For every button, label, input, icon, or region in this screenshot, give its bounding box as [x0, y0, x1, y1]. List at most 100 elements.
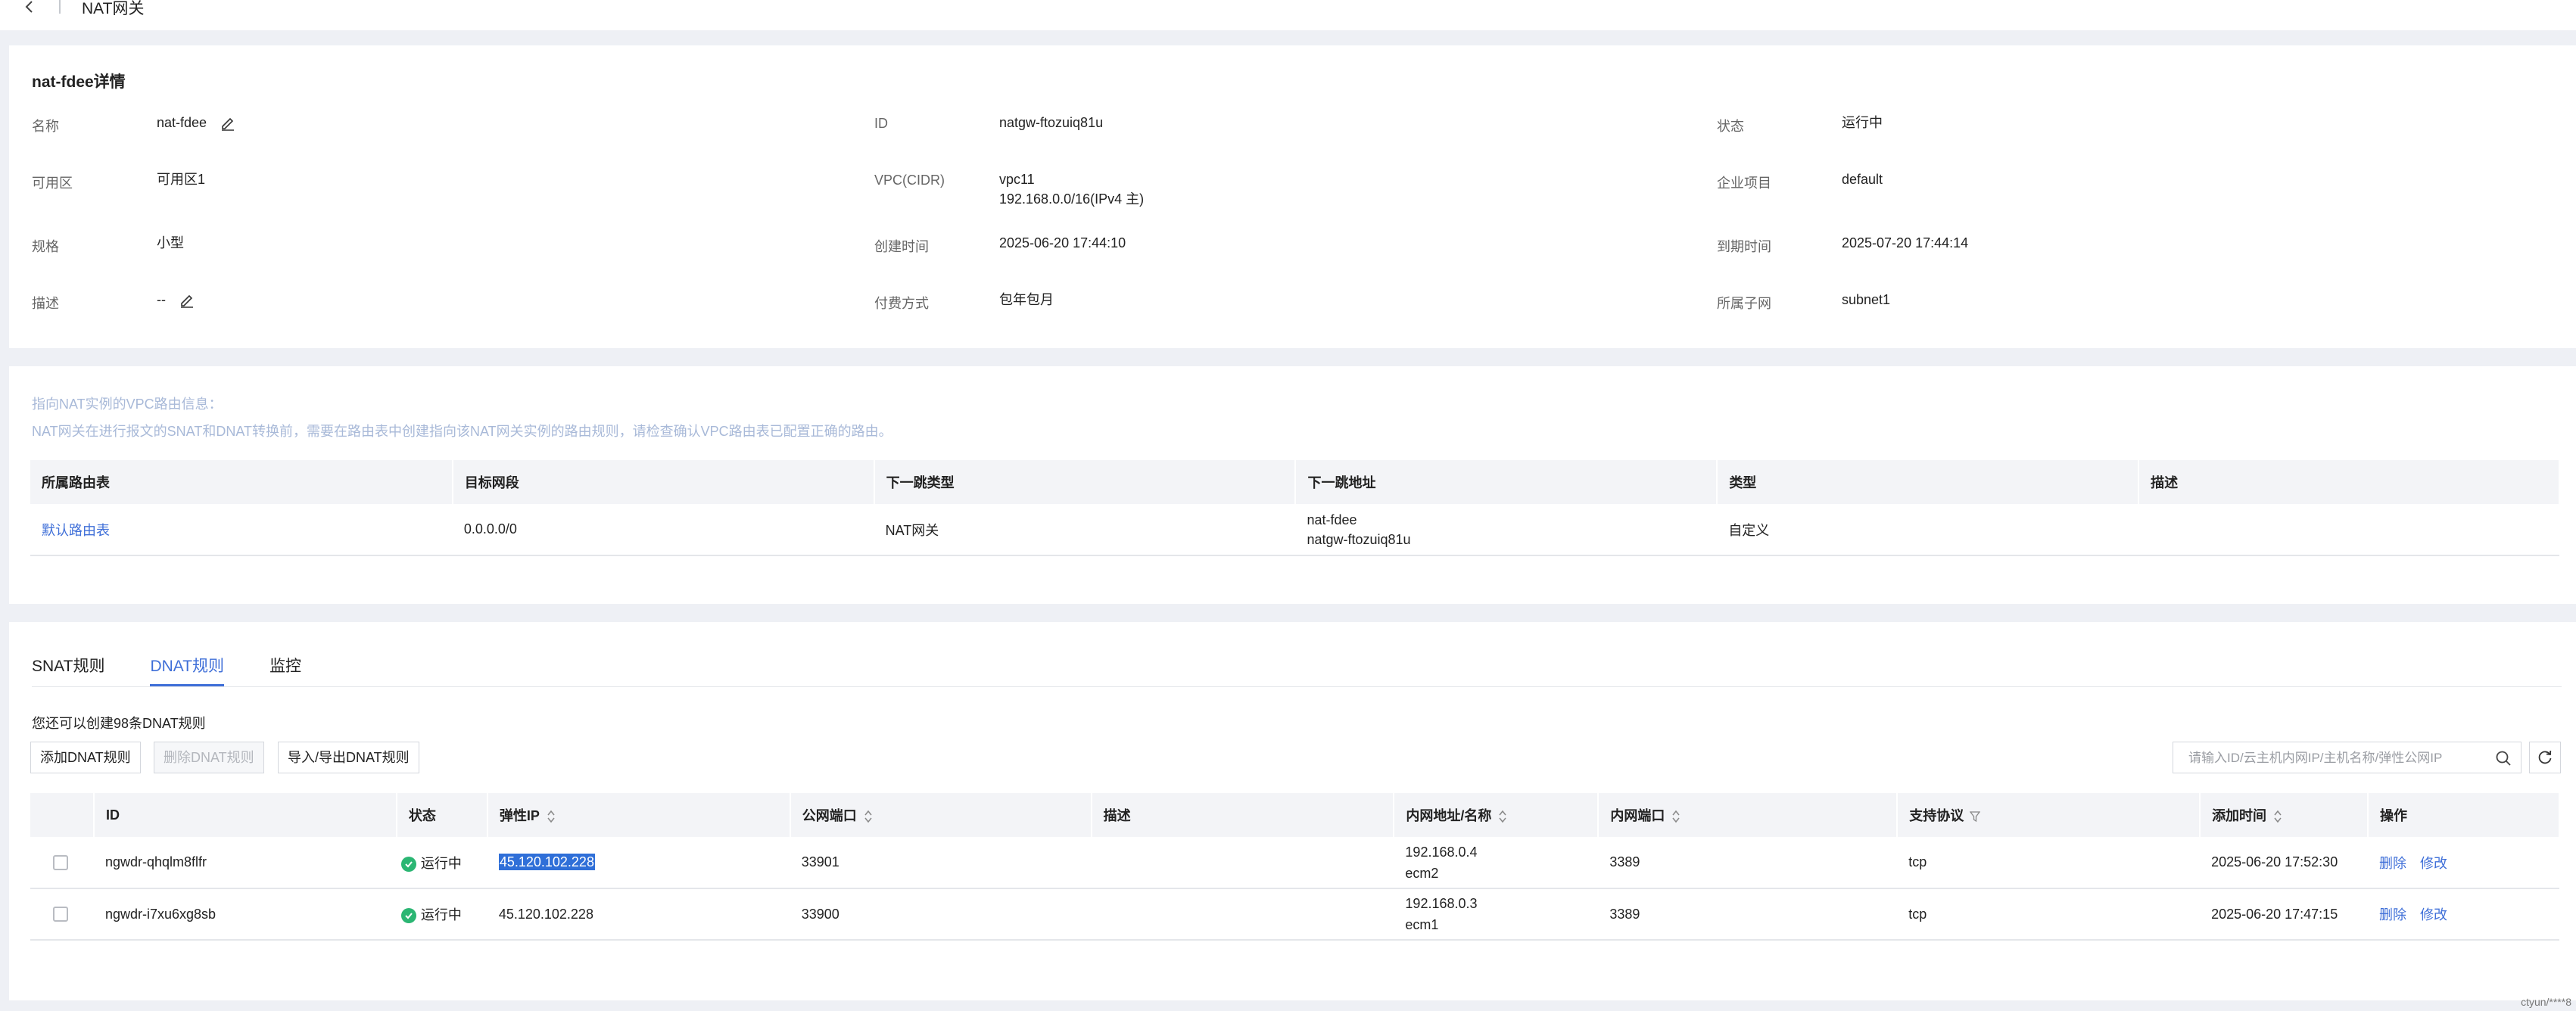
field-value-cidr: 192.168.0.0/16(IPv4 主)	[999, 191, 1145, 207]
status-ok-icon	[400, 908, 416, 924]
field-label: VPC(CIDR)	[874, 173, 945, 188]
field-value: natgw-ftozuiq81u	[999, 115, 1104, 130]
sort-icon[interactable]	[2272, 810, 2283, 823]
table-cell: 2025-06-20 17:52:30	[2200, 837, 2368, 889]
sort-icon[interactable]	[1671, 810, 1681, 823]
field-label: 付费方式	[874, 296, 929, 311]
table-cell: 192.168.0.3	[1405, 896, 1478, 911]
column-header: ID	[93, 793, 397, 837]
dnat-table: ID 状态 弹性IP 公网端口 描述 内网地址/名称 内网端口 支持协议 添加时…	[30, 793, 2560, 941]
column-header: 状态	[396, 793, 488, 837]
row-checkbox[interactable]	[53, 854, 68, 870]
add-dnat-button[interactable]: 添加DNAT规则	[30, 742, 141, 773]
column-header: 内网地址/名称	[1406, 808, 1492, 823]
detail-title: nat-fdee详情	[32, 73, 126, 91]
route-table-link[interactable]: 默认路由表	[42, 523, 110, 538]
quota-text: 您还可以创建98条DNAT规则	[32, 716, 206, 731]
edit-link[interactable]: 修改	[2420, 907, 2447, 922]
refresh-button[interactable]	[2529, 742, 2561, 773]
field-label: 描述	[32, 296, 59, 311]
table-cell: 自定义	[1717, 504, 2139, 556]
table-cell: 33900	[790, 888, 1092, 941]
table-cell: 2025-06-20 17:47:15	[2200, 888, 2368, 941]
table-row: 默认路由表 0.0.0.0/0 NAT网关 nat-fdee natgw-fto…	[30, 504, 2559, 556]
search-input[interactable]	[2187, 748, 2485, 768]
delete-link[interactable]: 删除	[2379, 856, 2406, 871]
field-label: 到期时间	[1717, 239, 1771, 254]
search-box	[2173, 742, 2521, 773]
field-label: ID	[874, 116, 888, 131]
filter-icon[interactable]	[1970, 810, 1981, 823]
status-ok-icon	[400, 856, 416, 872]
table-cell: 33901	[790, 837, 1092, 889]
field-value: subnet1	[1842, 292, 1891, 307]
edit-link[interactable]: 修改	[2420, 856, 2447, 871]
tab-monitor[interactable]: 监控	[269, 654, 301, 686]
route-info-title: 指向NAT实例的VPC路由信息：	[32, 397, 223, 412]
delete-dnat-button[interactable]: 删除DNAT规则	[154, 742, 264, 773]
column-header: 下一跳地址	[1295, 460, 1718, 504]
field-value: 可用区1	[157, 172, 206, 187]
header-divider	[59, 0, 61, 14]
status-text: 运行中	[420, 907, 462, 922]
table-row: ngwdr-qhqlm8flfr 运行中 45.120.102.228 3390…	[30, 837, 2559, 889]
tab-dnat[interactable]: DNAT规则	[150, 654, 225, 686]
table-cell: nat-fdee	[1307, 512, 1357, 527]
route-info-text: NAT网关在进行报文的SNAT和DNAT转换前，需要在路由表中创建指向该NAT网…	[32, 424, 892, 439]
search-icon[interactable]	[2495, 750, 2512, 767]
field-value: 2025-06-20 17:44:10	[999, 235, 1126, 250]
column-header: 类型	[1717, 460, 2140, 504]
page-title: NAT网关	[82, 0, 145, 17]
column-header: 操作	[2368, 793, 2560, 837]
table-cell: 3389	[1598, 837, 1898, 889]
table-cell: ecm1	[1405, 917, 1439, 932]
sort-icon[interactable]	[1497, 810, 1508, 823]
column-header: 描述	[2138, 460, 2560, 504]
field-label: 可用区	[32, 176, 73, 191]
field-label: 所属子网	[1717, 296, 1771, 311]
row-checkbox[interactable]	[53, 907, 68, 922]
field-label: 状态	[1717, 119, 1744, 134]
field-label: 规格	[32, 239, 59, 254]
column-header: 下一跳类型	[874, 460, 1297, 504]
import-export-button[interactable]: 导入/导出DNAT规则	[278, 742, 419, 773]
table-cell: natgw-ftozuiq81u	[1307, 531, 1411, 547]
rule-tabs: SNAT规则 DNAT规则 监控	[32, 654, 301, 686]
table-cell: tcp	[1897, 888, 2201, 941]
chevron-left-icon	[25, 1, 33, 13]
route-card: 指向NAT实例的VPC路由信息： NAT网关在进行报文的SNAT和DNAT转换前…	[9, 366, 2576, 604]
column-header: 弹性IP	[499, 808, 540, 823]
edit-icon[interactable]	[220, 115, 236, 132]
table-cell: 0.0.0.0/0	[452, 504, 874, 556]
table-cell: 192.168.0.4	[1405, 844, 1478, 860]
table-cell: NAT网关	[874, 504, 1296, 556]
sort-icon[interactable]	[863, 810, 874, 823]
table-row: ngwdr-i7xu6xg8sb 运行中 45.120.102.228 3390…	[30, 888, 2559, 941]
column-header-select	[30, 793, 95, 837]
edit-icon[interactable]	[179, 292, 195, 309]
column-header: 添加时间	[2212, 808, 2267, 823]
table-cell	[2138, 504, 2559, 556]
column-header: 支持协议	[1909, 808, 1964, 823]
column-header: 目标网段	[452, 460, 875, 504]
table-cell	[1091, 888, 1394, 941]
field-value: 包年包月	[999, 292, 1054, 307]
tab-snat[interactable]: SNAT规则	[32, 654, 104, 686]
rules-card: SNAT规则 DNAT规则 监控 您还可以创建98条DNAT规则 添加DNAT规…	[9, 622, 2576, 1000]
eip-value: 45.120.102.228	[498, 854, 595, 870]
field-value: --	[157, 292, 166, 307]
delete-link[interactable]: 删除	[2379, 907, 2406, 922]
refresh-icon	[2538, 750, 2552, 764]
watermark: ctyun/****8	[2521, 996, 2571, 1008]
route-table: 所属路由表 目标网段 下一跳类型 下一跳地址 类型 描述 默认路由表 0.0.0…	[30, 460, 2560, 556]
back-button[interactable]	[18, 0, 41, 18]
eip-value: 45.120.102.228	[487, 888, 790, 941]
sort-icon[interactable]	[546, 810, 556, 823]
table-cell-id: ngwdr-i7xu6xg8sb	[93, 888, 397, 941]
tabs-divider	[32, 686, 2562, 687]
field-value: 运行中	[1842, 115, 1883, 130]
table-cell: ecm2	[1405, 865, 1439, 881]
column-header: 描述	[1091, 793, 1395, 837]
column-header: 所属路由表	[30, 460, 453, 504]
table-cell: 3389	[1598, 888, 1898, 941]
